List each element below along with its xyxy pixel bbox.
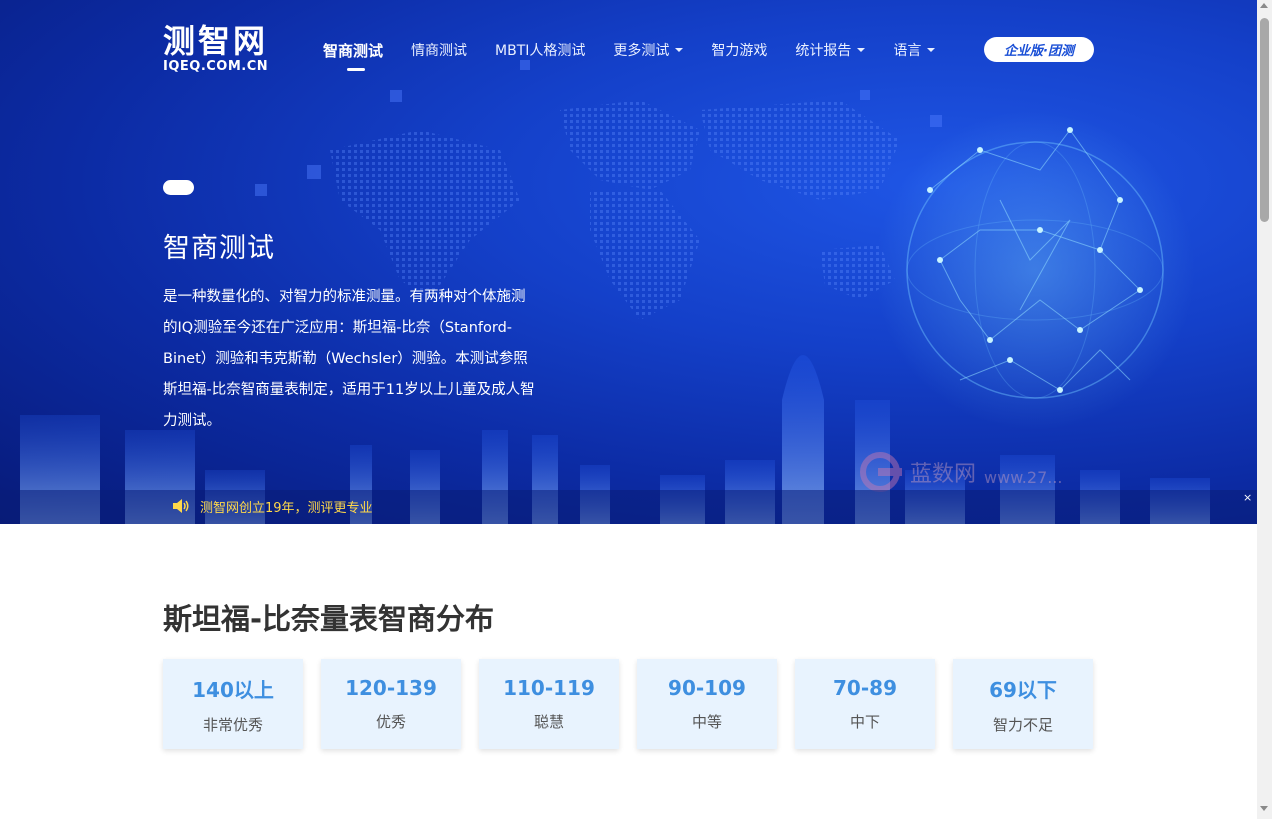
nav-item-label: 情商测试 — [411, 43, 468, 59]
iq-card[interactable]: 120-139 优秀 — [321, 659, 461, 749]
iq-card[interactable]: 110-119 聪慧 — [479, 659, 619, 749]
chevron-down-icon — [675, 48, 684, 52]
iq-card-label: 中等 — [691, 713, 722, 731]
hero-banner: 测智网 IQEQ.COM.CN 智商测试 情商测试 MBTI人格测试 更多测试 … — [0, 0, 1257, 524]
logo-english-text: IQEQ.COM.CN — [163, 59, 269, 74]
speaker-icon — [173, 499, 189, 513]
iq-card-range: 120-139 — [345, 676, 437, 700]
iq-card[interactable]: 69以下 智力不足 — [953, 659, 1093, 749]
chevron-down-icon — [857, 48, 866, 52]
nav-item-label: 语言 — [893, 43, 922, 59]
iq-card-range: 90-109 — [668, 676, 746, 700]
watermark-logo-icon — [860, 452, 902, 492]
hero-description: 是一种数量化的、对智力的标准测量。有两种对个体施测的IQ测验至今还在广泛应用：斯… — [163, 289, 535, 429]
iq-card-range: 110-119 — [503, 676, 595, 700]
iq-card-label: 中下 — [849, 713, 880, 731]
iq-card[interactable]: 70-89 中下 — [795, 659, 935, 749]
nav-item-label: 智商测试 — [323, 41, 384, 60]
nav-item-statistics[interactable]: 统计报告 — [795, 40, 866, 60]
iq-distribution-cards: 140以上 非常优秀 120-139 优秀 110-119 聪慧 90-109 … — [163, 659, 1111, 749]
iq-card[interactable]: 90-109 中等 — [637, 659, 777, 749]
scroll-down-arrow-icon[interactable] — [1260, 806, 1268, 811]
iq-card-range: 70-89 — [833, 676, 897, 700]
page: 测智网 IQEQ.COM.CN 智商测试 情商测试 MBTI人格测试 更多测试 … — [0, 0, 1272, 819]
section-title: 斯坦福-比奈量表智商分布 — [163, 602, 495, 636]
scrollbar-thumb[interactable] — [1260, 18, 1269, 222]
iq-card-label: 非常优秀 — [202, 715, 263, 734]
nav-item-label: MBTI人格测试 — [495, 43, 586, 59]
watermark: 蓝数网 www.27... — [858, 452, 1063, 492]
close-icon[interactable]: × — [1243, 491, 1252, 504]
iq-card-label: 智力不足 — [992, 715, 1053, 734]
nav-item-label: 更多测试 — [613, 43, 670, 59]
nav-item-label: 智力游戏 — [711, 43, 768, 59]
watermark-text: 蓝数网 — [910, 462, 977, 487]
nav-item-eq-test[interactable]: 情商测试 — [411, 40, 467, 60]
nav-item-brain-games[interactable]: 智力游戏 — [711, 40, 767, 60]
iq-card-range: 140以上 — [192, 677, 274, 702]
nav-item-more-tests[interactable]: 更多测试 — [613, 40, 684, 60]
enterprise-button[interactable]: 企业版·团测 — [984, 37, 1094, 62]
iq-card-label: 聪慧 — [533, 713, 564, 731]
notice-text: 测智网创立19年，测评更专业 — [200, 501, 373, 516]
vertical-scrollbar[interactable] — [1257, 0, 1272, 819]
iq-card-range: 69以下 — [989, 677, 1057, 702]
nav-item-label: 统计报告 — [795, 43, 852, 59]
iq-card[interactable]: 140以上 非常优秀 — [163, 659, 303, 749]
hero-title: 智商测试 — [163, 233, 275, 264]
scroll-up-arrow-icon[interactable] — [1260, 3, 1268, 8]
nav-item-language[interactable]: 语言 — [893, 40, 936, 60]
iq-card-label: 优秀 — [375, 713, 406, 731]
watermark-url: www.27... — [984, 467, 1063, 487]
logo-chinese-text: 测智网 — [163, 22, 269, 60]
site-logo[interactable]: 测智网 IQEQ.COM.CN — [163, 24, 268, 74]
hero-pill-decoration — [163, 180, 194, 195]
nav-item-mbti-test[interactable]: MBTI人格测试 — [495, 40, 585, 60]
main-nav: 智商测试 情商测试 MBTI人格测试 更多测试 智力游戏 统计报告 语言 — [323, 38, 963, 71]
nav-item-iq-test[interactable]: 智商测试 — [323, 40, 384, 71]
chevron-down-icon — [927, 48, 936, 52]
